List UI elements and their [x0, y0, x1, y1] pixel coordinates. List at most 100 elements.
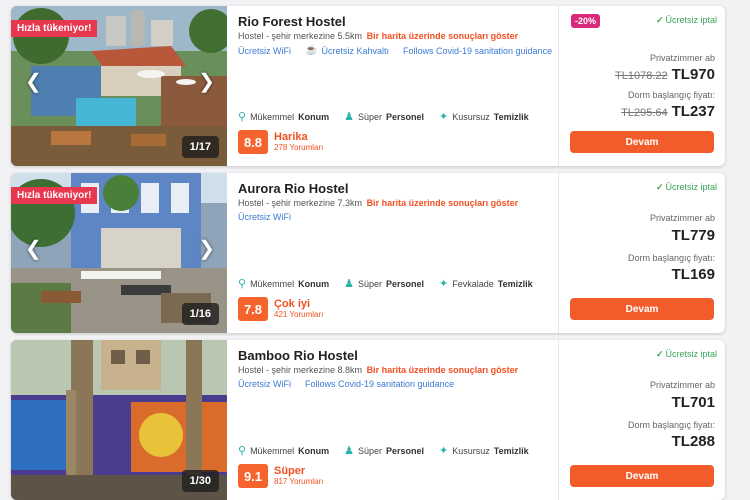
rating-label: Çok iyi — [274, 298, 311, 310]
hostel-name[interactable]: Bamboo Rio Hostel — [238, 348, 358, 363]
hostel-distance: Hostel - şehir merkezine 7.3km Bir harit… — [238, 198, 518, 208]
rating-block: 7.8 Çok iyi 421 Yorumları — [238, 297, 323, 321]
features-list: ⚲ Mükemmel Konum ♟ Süper Personel ✦ Kusursuz T… — [238, 444, 529, 457]
location-pin-icon: ⚲ — [238, 111, 247, 123]
hostel-photo[interactable]: Hızla tükeniyor! ❮ ❯ 1/17 — [11, 6, 227, 166]
hostel-distance: Hostel - şehir merkezine 5.5km Bir harit… — [238, 31, 518, 41]
price-box: -20% ✓ Ücretsiz iptal Privatzimmer ab TL1… — [558, 6, 725, 166]
dorm-new-price: TL237 — [671, 103, 715, 120]
feature-cleanliness: ✦ Kusursuz Temizlik — [439, 111, 529, 123]
private-room-label: Privatzimmer ab — [649, 380, 715, 390]
private-new-price: TL701 — [671, 394, 715, 411]
facilities-list: Ücretsiz WiFi — [238, 212, 291, 222]
hostel-card[interactable]: 1/30 Bamboo Rio Hostel Hostel - şehir me… — [11, 340, 725, 500]
reviews-link[interactable]: 817 Yorumları — [274, 477, 323, 487]
private-room-label: Privatzimmer ab — [649, 53, 715, 63]
feature-staff: ♟ Süper Personel — [344, 111, 425, 123]
dorm-label: Dorm başlangıç fiyatı: — [627, 90, 715, 100]
free-cancellation: ✓ Ücretsiz iptal — [655, 349, 717, 359]
chevron-right-icon[interactable]: ❯ — [198, 72, 215, 92]
dorm-price: TL288 — [672, 433, 715, 450]
feature-location: ⚲ Mükemmel Konum — [238, 111, 330, 123]
feature-location: ⚲ Mükemmel Konum — [238, 278, 330, 290]
private-room-price: TL701 — [672, 394, 715, 411]
photo-counter: 1/30 — [181, 470, 219, 492]
distance-text: Hostel - şehir merkezine 7.3km — [238, 198, 363, 208]
private-room-price: TL779 — [672, 227, 715, 244]
hostel-info: Bamboo Rio Hostel Hostel - şehir merkezi… — [238, 340, 558, 500]
hostel-card[interactable]: Hızla tükeniyor! ❮ ❯ 1/17 Rio Forest Hos… — [11, 6, 725, 166]
dorm-price: TL295.64 TL237 — [621, 103, 715, 120]
rating-block: 8.8 Harika 278 Yorumları — [238, 130, 323, 154]
sparkle-icon: ✦ — [439, 278, 449, 290]
feature-staff: ♟ Süper Personel — [344, 278, 425, 290]
location-pin-icon: ⚲ — [238, 445, 247, 457]
check-icon: ✓ — [655, 349, 664, 359]
hostel-name[interactable]: Rio Forest Hostel — [238, 14, 346, 29]
show-on-map-link[interactable]: Bir harita üzerinde sonuçları göster — [367, 365, 519, 375]
people-icon: ♟ — [344, 445, 354, 457]
private-room-price: TL1078.22 TL970 — [615, 66, 715, 83]
hostel-card[interactable]: Hızla tükeniyor! ❮ ❯ 1/16 Aurora Rio Hos… — [11, 173, 725, 333]
reviews-link[interactable]: 421 Yorumları — [274, 310, 323, 320]
people-icon: ♟ — [344, 278, 354, 290]
feature-staff: ♟ Süper Personel — [344, 445, 425, 457]
selling-fast-badge: Hızla tükeniyor! — [11, 20, 98, 37]
hostel-photo[interactable]: 1/30 — [11, 340, 227, 500]
continue-button[interactable]: Devam — [570, 465, 714, 487]
coffee-cup-icon: ☕ — [305, 45, 318, 56]
features-list: ⚲ Mükemmel Konum ♟ Süper Personel ✦ Fevkalade… — [238, 277, 533, 290]
facility-covid: Follows Covid-19 sanitation guidance — [402, 45, 553, 56]
selling-fast-badge: Hızla tükeniyor! — [11, 187, 98, 204]
people-icon: ♟ — [344, 111, 354, 123]
hostel-name[interactable]: Aurora Rio Hostel — [238, 181, 349, 196]
hostel-info: Aurora Rio Hostel Hostel - şehir merkezi… — [238, 173, 558, 333]
sparkle-icon: ✦ — [439, 445, 449, 457]
dorm-label: Dorm başlangıç fiyatı: — [627, 253, 715, 263]
rating-score: 8.8 — [238, 130, 268, 154]
feature-cleanliness: ✦ Fevkalade Temizlik — [439, 278, 533, 290]
show-on-map-link[interactable]: Bir harita üzerinde sonuçları göster — [367, 31, 519, 41]
distance-text: Hostel - şehir merkezine 8.8km — [238, 365, 363, 375]
free-cancellation: ✓ Ücretsiz iptal — [655, 182, 717, 192]
chevron-left-icon[interactable]: ❮ — [25, 72, 42, 92]
hostel-distance: Hostel - şehir merkezine 8.8km Bir harit… — [238, 365, 518, 375]
feature-cleanliness: ✦ Kusursuz Temizlik — [439, 445, 529, 457]
price-box: ✓ Ücretsiz iptal Privatzimmer ab TL779 Do… — [558, 173, 725, 333]
features-list: ⚲ Mükemmel Konum ♟ Süper Personel ✦ Kusursuz T… — [238, 110, 529, 123]
rating-label: Harika — [274, 131, 308, 143]
dorm-old-price: TL295.64 — [621, 107, 668, 119]
rating-score: 7.8 — [238, 297, 268, 321]
continue-button[interactable]: Devam — [570, 298, 714, 320]
check-icon: ✓ — [655, 15, 664, 25]
discount-badge: -20% — [571, 14, 601, 28]
dorm-new-price: TL169 — [671, 266, 715, 283]
continue-button[interactable]: Devam — [570, 131, 714, 153]
check-icon: ✓ — [655, 182, 664, 192]
price-box: ✓ Ücretsiz iptal Privatzimmer ab TL701 Do… — [558, 340, 725, 500]
rating-block: 9.1 Süper 817 Yorumları — [238, 464, 323, 488]
facility-wifi: Ücretsiz WiFi — [238, 379, 291, 389]
private-old-price: TL1078.22 — [615, 70, 668, 82]
photo-counter: 1/17 — [181, 136, 219, 158]
facilities-list: Ücretsiz WiFi ☕ Ücretsiz Kahvaltı Follows… — [238, 45, 552, 56]
distance-text: Hostel - şehir merkezine 5.5km — [238, 31, 363, 41]
photo-counter: 1/16 — [181, 303, 219, 325]
show-on-map-link[interactable]: Bir harita üzerinde sonuçları göster — [367, 198, 519, 208]
dorm-label: Dorm başlangıç fiyatı: — [627, 420, 715, 430]
hostel-info: Rio Forest Hostel Hostel - şehir merkezi… — [238, 6, 558, 166]
facilities-list: Ücretsiz WiFi Follows Covid-19 sanitatio… — [238, 379, 454, 389]
rating-label: Süper — [274, 465, 306, 477]
chevron-left-icon[interactable]: ❮ — [25, 239, 42, 259]
facility-breakfast: ☕ Ücretsiz Kahvaltı — [305, 45, 389, 56]
dorm-new-price: TL288 — [671, 433, 715, 450]
reviews-link[interactable]: 278 Yorumları — [274, 143, 323, 153]
facility-wifi: Ücretsiz WiFi — [238, 45, 291, 56]
location-pin-icon: ⚲ — [238, 278, 247, 290]
dorm-price: TL169 — [672, 266, 715, 283]
facility-wifi: Ücretsiz WiFi — [238, 212, 291, 222]
chevron-right-icon[interactable]: ❯ — [198, 239, 215, 259]
private-room-label: Privatzimmer ab — [649, 213, 715, 223]
free-cancellation: ✓ Ücretsiz iptal — [655, 15, 717, 25]
hostel-photo[interactable]: Hızla tükeniyor! ❮ ❯ 1/16 — [11, 173, 227, 333]
